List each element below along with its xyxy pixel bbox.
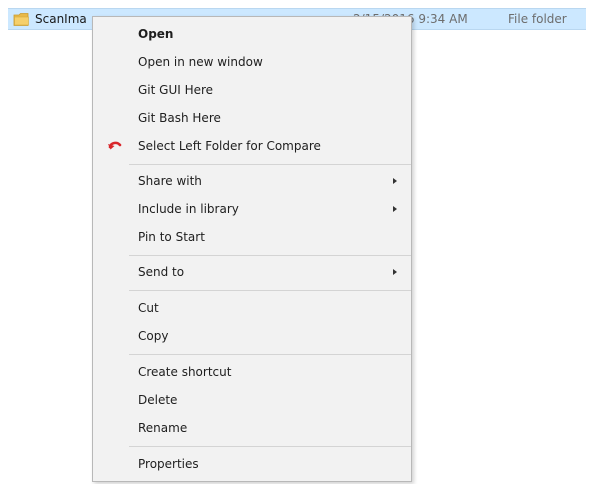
menu-item-rename[interactable]: Rename [95, 417, 409, 439]
menu-item-label: Git GUI Here [138, 83, 214, 97]
menu-item-label: Create shortcut [138, 365, 232, 379]
menu-item-label: Cut [138, 301, 159, 315]
menu-item-open[interactable]: Open [95, 23, 409, 45]
menu-item-open-in-new-window[interactable]: Open in new window [95, 51, 409, 73]
submenu-arrow-icon [393, 269, 397, 275]
submenu-arrow-icon [393, 206, 397, 212]
menu-separator [129, 164, 411, 165]
menu-separator [129, 255, 411, 256]
menu-item-label: Send to [138, 265, 185, 279]
menu-item-pin-to-start[interactable]: Pin to Start [95, 226, 409, 248]
menu-item-label: Properties [138, 457, 199, 471]
context-menu: Open Open in new window Git GUI Here Git… [92, 16, 412, 482]
menu-item-properties[interactable]: Properties [95, 453, 409, 475]
menu-item-delete[interactable]: Delete [95, 389, 409, 411]
folder-type: File folder [508, 12, 567, 26]
undo-arrow-icon [108, 141, 122, 150]
menu-item-label: Copy [138, 329, 169, 343]
explorer-window: ScanIma 2/15/2016 9:34 AM File folder Op… [0, 0, 590, 484]
menu-item-include-in-library[interactable]: Include in library [95, 198, 409, 220]
menu-item-label: Open [138, 27, 174, 41]
menu-separator [129, 446, 411, 447]
menu-item-label: Git Bash Here [138, 111, 221, 125]
menu-item-send-to[interactable]: Send to [95, 261, 409, 283]
menu-separator [129, 354, 411, 355]
menu-item-copy[interactable]: Copy [95, 325, 409, 347]
menu-item-git-bash-here[interactable]: Git Bash Here [95, 107, 409, 129]
menu-item-label: Rename [138, 421, 188, 435]
menu-item-label: Select Left Folder for Compare [138, 139, 321, 153]
submenu-arrow-icon [393, 178, 397, 184]
menu-item-label: Share with [138, 174, 202, 188]
menu-item-select-left-folder-for-compare[interactable]: Select Left Folder for Compare [95, 135, 409, 157]
menu-separator [129, 290, 411, 291]
menu-item-git-gui-here[interactable]: Git GUI Here [95, 79, 409, 101]
folder-name: ScanIma [35, 12, 87, 26]
menu-item-cut[interactable]: Cut [95, 297, 409, 319]
menu-item-label: Pin to Start [138, 230, 205, 244]
menu-item-share-with[interactable]: Share with [95, 170, 409, 192]
menu-item-label: Delete [138, 393, 178, 407]
menu-item-create-shortcut[interactable]: Create shortcut [95, 361, 409, 383]
menu-item-label: Include in library [138, 202, 239, 216]
folder-icon [13, 13, 29, 26]
menu-item-label: Open in new window [138, 55, 263, 69]
